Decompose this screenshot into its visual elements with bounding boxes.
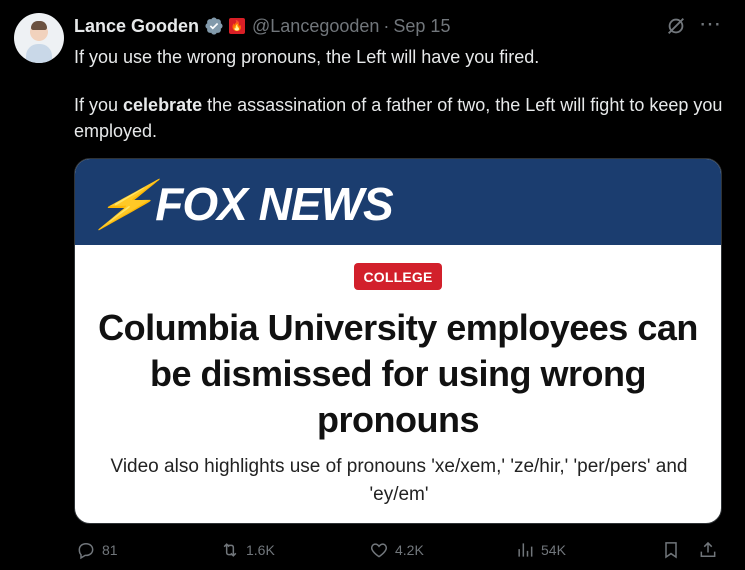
like-icon	[370, 543, 388, 558]
news-card[interactable]: ⚡FOX NEWS COLLEGE Columbia University em…	[74, 158, 722, 524]
article-headline: Columbia University employees can be dis…	[98, 307, 698, 440]
category-badge: COLLEGE	[354, 263, 442, 290]
separator-dot: ·	[383, 15, 390, 36]
emphasis-text: celebrate	[123, 95, 203, 115]
author-name[interactable]: Lance Gooden	[74, 16, 199, 37]
tweet-line-2: If you celebrate the assassination of a …	[74, 95, 723, 141]
share-icon	[700, 541, 716, 557]
article-subhead: Video also highlights use of pronouns 'x…	[110, 456, 688, 505]
like-count: 4.2K	[395, 542, 424, 558]
reply-button[interactable]: 81	[76, 540, 118, 560]
bookmark-icon	[665, 542, 677, 559]
fox-news-banner: ⚡FOX NEWS	[75, 159, 721, 245]
reply-icon	[78, 542, 94, 560]
repost-count: 1.6K	[246, 542, 275, 558]
share-button[interactable]	[698, 540, 718, 560]
tweet-header: Lance Gooden 🔥 @Lancegooden · Sep 15	[74, 14, 450, 38]
avatar[interactable]	[14, 13, 64, 63]
grok-icon[interactable]	[665, 15, 687, 37]
flag-icon: 🔥	[229, 18, 246, 34]
author-handle[interactable]: @Lancegooden	[252, 16, 379, 37]
view-count: 54K	[541, 542, 566, 558]
repost-icon	[223, 543, 237, 557]
views-button[interactable]: 54K	[515, 540, 566, 560]
bookmark-button[interactable]	[661, 540, 681, 560]
tweet-date[interactable]: Sep 15	[393, 16, 450, 37]
verified-badge-icon[interactable]	[204, 16, 224, 36]
views-icon	[518, 543, 533, 557]
reply-count: 81	[102, 542, 118, 558]
tweet-line-1: If you use the wrong pronouns, the Left …	[74, 47, 540, 67]
like-button[interactable]: 4.2K	[369, 540, 424, 560]
more-icon[interactable]: ⋯	[699, 13, 722, 35]
repost-button[interactable]: 1.6K	[220, 540, 275, 560]
fox-news-logo: ⚡FOX NEWS	[87, 178, 394, 230]
action-bar: 81 1.6K 4.2K 54K	[74, 540, 724, 564]
tweet-text: If you use the wrong pronouns, the Left …	[74, 44, 724, 144]
